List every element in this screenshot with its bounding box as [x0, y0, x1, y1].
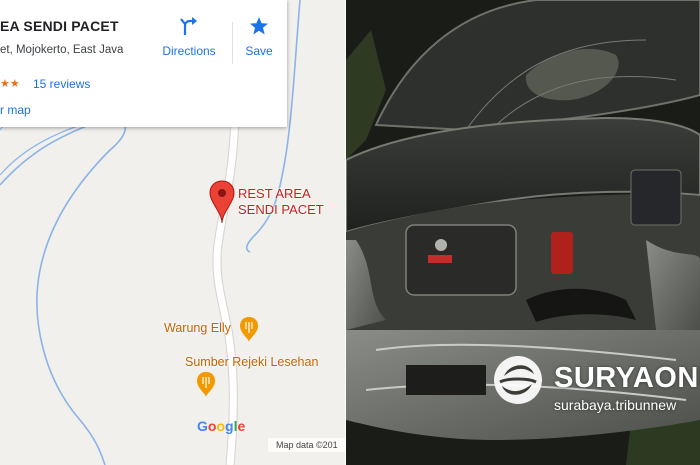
save-label: Save — [245, 44, 273, 58]
place-address: et, Mojokerto, East Java — [0, 44, 124, 56]
save-button[interactable]: Save — [240, 16, 278, 58]
google-letter: g — [225, 418, 234, 434]
google-letter: G — [197, 418, 208, 434]
directions-button[interactable]: Directions — [158, 16, 220, 58]
map-data-attribution[interactable]: Map data ©201 — [268, 438, 345, 452]
map-panel[interactable]: EA SENDI PACET et, Mojokerto, East Java … — [0, 0, 345, 465]
wrecked-car-illustration — [346, 0, 700, 465]
rating-stars: ★★ — [0, 78, 20, 90]
card-divider — [232, 22, 233, 64]
place-info-card: EA SENDI PACET et, Mojokerto, East Java … — [0, 0, 287, 127]
view-larger-map-link[interactable]: r map — [0, 103, 31, 117]
directions-icon — [180, 17, 197, 35]
radiator-grille — [406, 365, 486, 395]
restaurant-icon[interactable] — [240, 317, 258, 342]
pin-label-line2: SENDI PACET — [238, 202, 324, 217]
pin-label-line1: REST AREA — [238, 186, 311, 201]
map-pin-icon[interactable] — [209, 180, 235, 224]
google-letter: o — [216, 418, 226, 434]
poi-label-sumber[interactable]: Sumber Rejeki Lesehan — [185, 355, 318, 369]
engine-badge — [428, 255, 452, 263]
place-title: EA SENDI PACET — [0, 18, 119, 34]
watermark-brand: SURYAONL — [554, 362, 700, 394]
watermark-url: surabaya.tribunnew — [554, 397, 677, 413]
engine-cap — [435, 239, 447, 251]
star-icon — [250, 17, 268, 35]
engine-block — [405, 224, 517, 296]
restaurant-icon[interactable] — [197, 372, 215, 397]
reviews-link[interactable]: 15 reviews — [33, 77, 90, 91]
poi-label-warung[interactable]: Warung Elly — [164, 321, 231, 335]
accident-photo: SURYAONL surabaya.tribunnew — [346, 0, 700, 465]
red-reservoir — [551, 232, 573, 274]
battery — [630, 169, 682, 226]
river-west — [0, 116, 126, 465]
google-letter: e — [237, 418, 246, 434]
google-logo: Google — [197, 418, 245, 434]
pin-label[interactable]: REST AREA SENDI PACET — [238, 186, 324, 218]
directions-label: Directions — [162, 44, 216, 58]
surya-logo-icon — [494, 356, 542, 404]
